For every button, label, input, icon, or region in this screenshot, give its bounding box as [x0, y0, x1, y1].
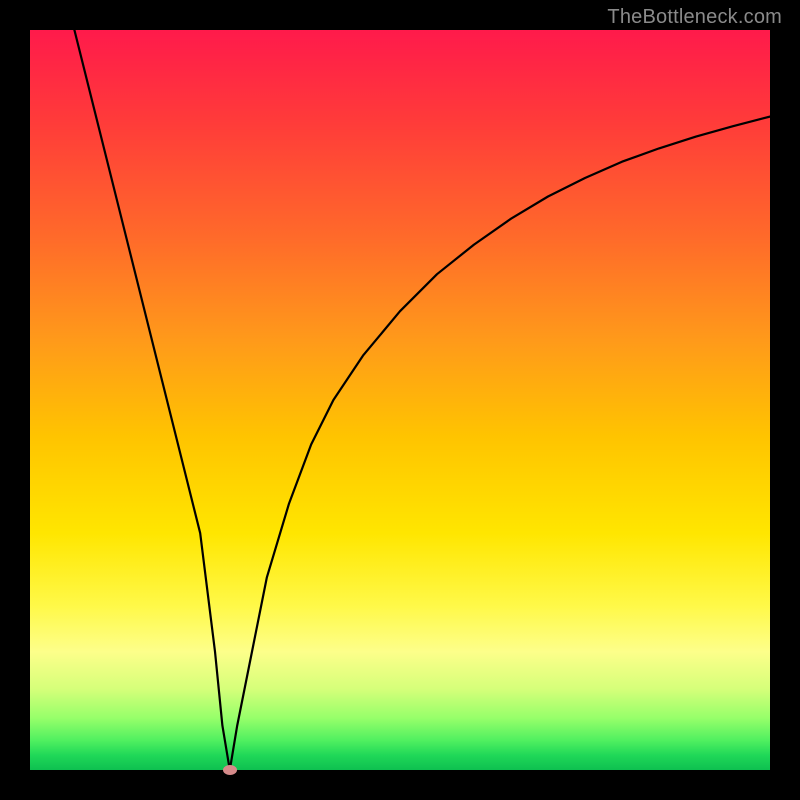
plot-area — [30, 30, 770, 770]
watermark-text: TheBottleneck.com — [607, 6, 782, 29]
chart-frame: TheBottleneck.com — [0, 0, 800, 800]
bottleneck-curve — [30, 30, 770, 770]
optimal-point-marker — [223, 765, 237, 775]
